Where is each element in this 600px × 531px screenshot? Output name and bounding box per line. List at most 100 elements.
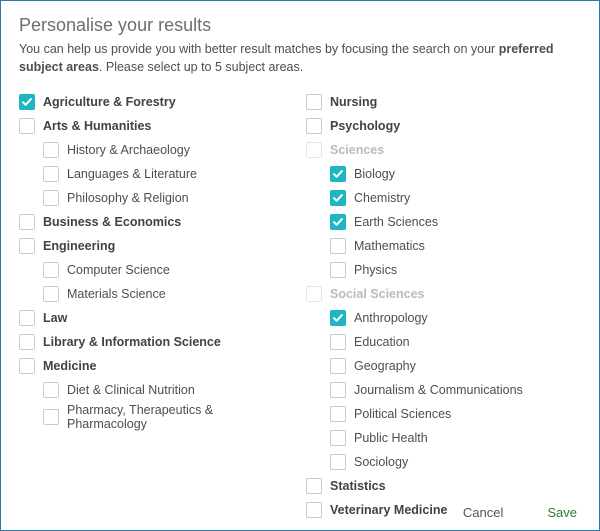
save-button[interactable]: Save xyxy=(547,505,577,520)
subject-label: Earth Sciences xyxy=(354,215,438,229)
subject-checkbox[interactable] xyxy=(43,262,59,278)
subject-checkbox[interactable] xyxy=(43,166,59,182)
subject-row: Psychology xyxy=(306,114,581,138)
subject-label: Library & Information Science xyxy=(43,335,221,349)
subject-checkbox[interactable] xyxy=(330,406,346,422)
subject-label: Engineering xyxy=(43,239,115,253)
subject-checkbox[interactable] xyxy=(330,334,346,350)
dialog-footer: Cancel Save xyxy=(463,505,577,520)
dialog-title: Personalise your results xyxy=(19,15,581,36)
subject-row: Public Health xyxy=(306,426,581,450)
subject-row: Materials Science xyxy=(19,282,294,306)
subject-checkbox[interactable] xyxy=(306,478,322,494)
subject-checkbox[interactable] xyxy=(330,214,346,230)
subject-checkbox[interactable] xyxy=(43,142,59,158)
subject-row: Chemistry xyxy=(306,186,581,210)
subject-row: Philosophy & Religion xyxy=(19,186,294,210)
subject-column-right: Nursing Psychology Sciences Biology Chemistr… xyxy=(300,90,581,522)
subject-row: Pharmacy, Therapeutics & Pharmacology xyxy=(19,402,294,432)
subject-label: Geography xyxy=(354,359,416,373)
subject-checkbox[interactable] xyxy=(19,358,35,374)
subject-row: History & Archaeology xyxy=(19,138,294,162)
subject-label: Social Sciences xyxy=(330,287,425,301)
subject-label: Pharmacy, Therapeutics & Pharmacology xyxy=(67,403,294,431)
subject-row: Library & Information Science xyxy=(19,330,294,354)
personalise-dialog: Personalise your results You can help us… xyxy=(0,0,600,531)
subject-label: Sociology xyxy=(354,455,408,469)
subject-row: Anthropology xyxy=(306,306,581,330)
subject-row: Business & Economics xyxy=(19,210,294,234)
subject-row: Mathematics xyxy=(306,234,581,258)
subject-checkbox[interactable] xyxy=(19,118,35,134)
subtitle-pre: You can help us provide you with better … xyxy=(19,42,499,56)
subject-checkbox[interactable] xyxy=(306,118,322,134)
subject-checkbox[interactable] xyxy=(330,454,346,470)
subject-checkbox[interactable] xyxy=(330,430,346,446)
subject-label: Biology xyxy=(354,167,395,181)
subject-row: Physics xyxy=(306,258,581,282)
subject-columns: Agriculture & Forestry Arts & Humanities H… xyxy=(19,90,581,522)
subject-row: Sociology xyxy=(306,450,581,474)
subject-checkbox[interactable] xyxy=(43,190,59,206)
subject-label: Materials Science xyxy=(67,287,166,301)
subject-label: Mathematics xyxy=(354,239,425,253)
subject-row: Education xyxy=(306,330,581,354)
subject-row: Nursing xyxy=(306,90,581,114)
subject-label: Diet & Clinical Nutrition xyxy=(67,383,195,397)
subject-row: Geography xyxy=(306,354,581,378)
subject-checkbox[interactable] xyxy=(19,310,35,326)
subject-checkbox[interactable] xyxy=(330,382,346,398)
subject-checkbox[interactable] xyxy=(330,358,346,374)
subject-row: Statistics xyxy=(306,474,581,498)
subject-label: Journalism & Communications xyxy=(354,383,523,397)
subject-row: Languages & Literature xyxy=(19,162,294,186)
subject-label: Sciences xyxy=(330,143,384,157)
subject-label: Political Sciences xyxy=(354,407,451,421)
subject-row: Diet & Clinical Nutrition xyxy=(19,378,294,402)
subject-label: Education xyxy=(354,335,410,349)
cancel-button[interactable]: Cancel xyxy=(463,505,503,520)
subject-checkbox[interactable] xyxy=(330,166,346,182)
subject-label: Arts & Humanities xyxy=(43,119,151,133)
subject-checkbox[interactable] xyxy=(43,382,59,398)
subject-label: Psychology xyxy=(330,119,400,133)
subject-row: Medicine xyxy=(19,354,294,378)
subject-checkbox xyxy=(306,286,322,302)
subject-row: Journalism & Communications xyxy=(306,378,581,402)
subject-row: Arts & Humanities xyxy=(19,114,294,138)
subject-checkbox[interactable] xyxy=(306,94,322,110)
subject-checkbox[interactable] xyxy=(330,190,346,206)
subject-row: Engineering xyxy=(19,234,294,258)
subject-label: Public Health xyxy=(354,431,428,445)
dialog-subtitle: You can help us provide you with better … xyxy=(19,40,581,76)
subject-checkbox[interactable] xyxy=(19,334,35,350)
subject-row: Social Sciences xyxy=(306,282,581,306)
subject-checkbox[interactable] xyxy=(19,214,35,230)
subject-label: Languages & Literature xyxy=(67,167,197,181)
subject-row: Political Sciences xyxy=(306,402,581,426)
subject-checkbox[interactable] xyxy=(306,502,322,518)
subject-row: Sciences xyxy=(306,138,581,162)
subject-checkbox[interactable] xyxy=(19,94,35,110)
subject-column-left: Agriculture & Forestry Arts & Humanities H… xyxy=(19,90,300,522)
subject-row: Law xyxy=(19,306,294,330)
subject-label: Chemistry xyxy=(354,191,410,205)
subject-label: Agriculture & Forestry xyxy=(43,95,176,109)
subject-label: Statistics xyxy=(330,479,386,493)
subject-label: Law xyxy=(43,311,67,325)
subject-checkbox[interactable] xyxy=(330,238,346,254)
subject-checkbox[interactable] xyxy=(330,310,346,326)
subject-label: Nursing xyxy=(330,95,377,109)
subject-label: History & Archaeology xyxy=(67,143,190,157)
subject-label: Philosophy & Religion xyxy=(67,191,189,205)
subject-checkbox[interactable] xyxy=(43,286,59,302)
subject-checkbox[interactable] xyxy=(43,409,59,425)
subtitle-post: . Please select up to 5 subject areas. xyxy=(99,60,303,74)
subject-label: Anthropology xyxy=(354,311,428,325)
subject-label: Medicine xyxy=(43,359,97,373)
subject-checkbox[interactable] xyxy=(330,262,346,278)
subject-checkbox[interactable] xyxy=(19,238,35,254)
subject-row: Earth Sciences xyxy=(306,210,581,234)
subject-row: Computer Science xyxy=(19,258,294,282)
subject-label: Computer Science xyxy=(67,263,170,277)
